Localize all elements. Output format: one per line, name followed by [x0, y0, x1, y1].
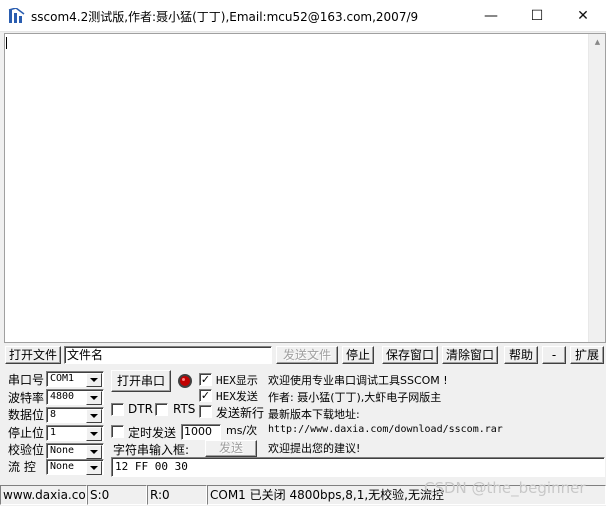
scroll-up-arrow-icon[interactable]: ▲ — [589, 34, 606, 51]
app-icon — [8, 8, 25, 23]
info-line-suggest: 欢迎提出您的建议! — [268, 442, 361, 455]
send-newline-label: 发送新行 — [216, 406, 265, 420]
maximize-icon: ☐ — [530, 8, 544, 24]
databits-label: 数据位 — [8, 408, 45, 422]
port-label: 串口号 — [8, 373, 45, 387]
clear-window-button[interactable]: 清除窗口 — [442, 346, 498, 364]
help-button[interactable]: 帮助 — [504, 346, 538, 364]
baud-select-value: 4800 — [50, 391, 75, 402]
stopbits-label: 停止位 — [8, 426, 45, 440]
chevron-down-icon[interactable] — [86, 445, 102, 459]
text-caret — [6, 37, 7, 49]
status-received-count: R:0 — [147, 485, 207, 505]
rts-checkbox[interactable] — [155, 403, 168, 416]
parity-label: 校验位 — [8, 443, 45, 457]
hex-send-label: HEX发送 — [216, 390, 258, 403]
send-text-value: 12 FF 00 30 — [115, 460, 188, 473]
send-file-button[interactable]: 发送文件 — [276, 346, 338, 364]
flow-select[interactable]: None — [46, 459, 104, 475]
interval-unit-label: ms/次 — [226, 424, 258, 437]
expand-button[interactable]: 扩展 — [570, 346, 604, 364]
databits-select[interactable]: 8 — [46, 407, 104, 423]
status-site: www.daxia.com — [0, 485, 87, 505]
send-button[interactable]: 发送 — [205, 440, 257, 457]
send-newline-checkbox[interactable] — [199, 405, 212, 418]
watermark: CSDN @the_beginner — [424, 479, 586, 497]
databits-select-value: 8 — [50, 409, 57, 420]
minimize-icon: — — [484, 8, 498, 24]
port-select[interactable]: COM1 — [46, 371, 104, 387]
info-line-download: 最新版本下载地址: — [268, 408, 360, 421]
port-select-value: COM1 — [50, 373, 75, 384]
input-label: 字符串输入框: — [113, 443, 190, 457]
timed-send-label: 定时发送 — [128, 426, 177, 440]
stopbits-select[interactable]: 1 — [46, 425, 104, 441]
chevron-down-icon[interactable] — [86, 391, 102, 405]
title-bar: sscom4.2测试版,作者:聂小猛(丁丁),Email:mcu52@163.c… — [0, 0, 606, 32]
stopbits-select-value: 1 — [50, 427, 57, 438]
dtr-label: DTR — [128, 402, 153, 416]
filename-input[interactable]: 文件名 — [64, 346, 272, 364]
receive-textarea[interactable]: ▲ — [4, 33, 606, 343]
stop-button[interactable]: 停止 — [342, 346, 374, 364]
chevron-down-icon[interactable] — [86, 373, 102, 387]
status-sent-count: S:0 — [87, 485, 147, 505]
info-line-author: 作者: 聂小猛(丁丁),大虾电子网版主 — [268, 391, 442, 404]
chevron-down-icon[interactable] — [86, 427, 102, 441]
flow-label: 流 控 — [8, 460, 36, 474]
maximize-button[interactable]: ☐ — [514, 0, 560, 32]
chevron-down-icon[interactable] — [86, 461, 102, 475]
info-line-welcome: 欢迎使用专业串口调试工具SSCOM ! — [268, 374, 448, 387]
rts-label: RTS — [173, 402, 196, 416]
dtr-checkbox[interactable] — [111, 403, 124, 416]
hex-display-checkbox[interactable]: ✓ — [199, 373, 212, 386]
close-button[interactable]: ✕ — [560, 0, 606, 32]
send-text-input[interactable]: 12 FF 00 30 — [111, 457, 605, 477]
chevron-down-icon[interactable] — [86, 409, 102, 423]
port-status-led-icon — [178, 374, 192, 388]
parity-select-value: None — [50, 445, 75, 456]
timed-send-checkbox[interactable] — [111, 425, 124, 438]
minimize-button[interactable]: — — [468, 0, 514, 32]
collapse-button[interactable]: - — [542, 346, 566, 364]
save-window-button[interactable]: 保存窗口 — [382, 346, 438, 364]
baud-select[interactable]: 4800 — [46, 389, 104, 405]
hex-send-checkbox[interactable]: ✓ — [199, 389, 212, 402]
hex-display-label: HEX显示 — [216, 374, 258, 387]
flow-select-value: None — [50, 461, 75, 472]
open-port-button[interactable]: 打开串口 — [111, 370, 171, 392]
close-icon: ✕ — [577, 8, 589, 24]
interval-input[interactable]: 1000 — [181, 424, 221, 440]
baud-label: 波特率 — [8, 391, 45, 405]
window-title: sscom4.2测试版,作者:聂小猛(丁丁),Email:mcu52@163.c… — [31, 10, 419, 24]
info-line-url: http://www.daxia.com/download/sscom.rar — [268, 424, 503, 435]
open-file-button[interactable]: 打开文件 — [5, 346, 61, 364]
vertical-scrollbar[interactable]: ▲ — [588, 34, 605, 342]
parity-select[interactable]: None — [46, 443, 104, 459]
